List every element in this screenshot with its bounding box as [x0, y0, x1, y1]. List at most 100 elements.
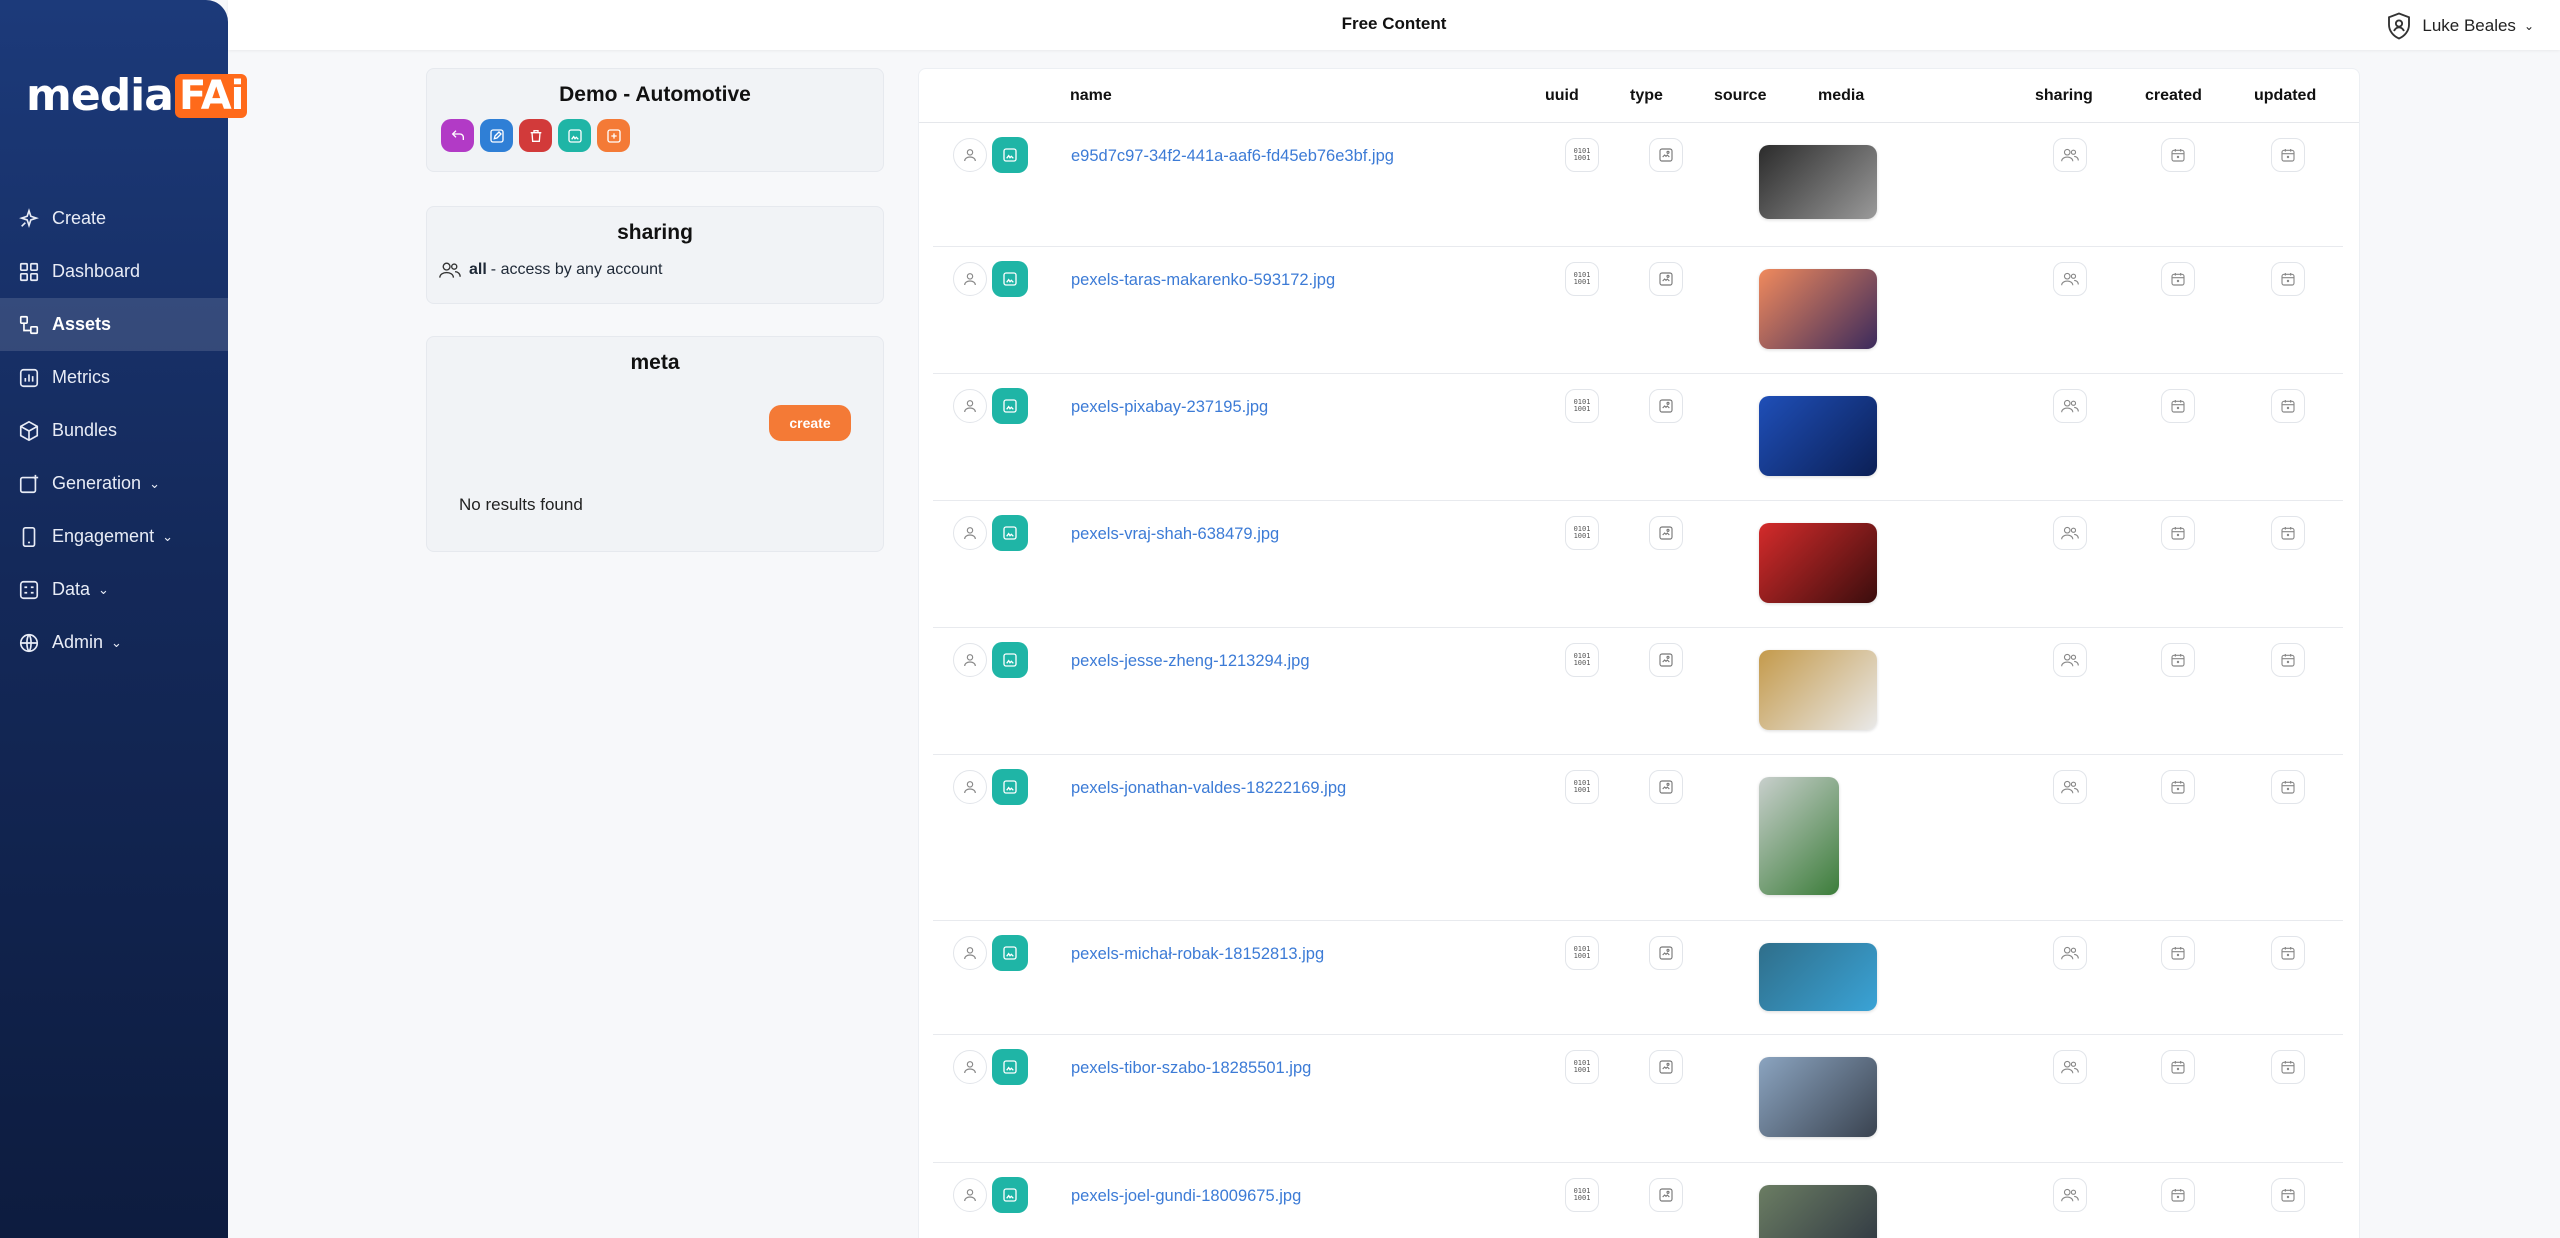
- type-image-icon[interactable]: [1649, 262, 1683, 296]
- created-calendar-icon[interactable]: [2161, 389, 2195, 423]
- sharing-users-icon[interactable]: [2053, 936, 2087, 970]
- media-thumbnail[interactable]: [1759, 1057, 1877, 1137]
- media-thumbnail[interactable]: [1759, 269, 1877, 349]
- asset-button[interactable]: [558, 119, 591, 152]
- asset-name-link[interactable]: pexels-pixabay-237195.jpg: [1071, 398, 1268, 417]
- media-thumbnail[interactable]: [1759, 1185, 1877, 1238]
- type-image-icon[interactable]: [1649, 138, 1683, 172]
- owner-icon[interactable]: [953, 643, 987, 677]
- sidebar-item-generation[interactable]: Generation ⌄: [0, 457, 228, 510]
- updated-calendar-icon[interactable]: [2271, 516, 2305, 550]
- uuid-binary-icon[interactable]: 0101 1001: [1565, 516, 1599, 550]
- asset-name-link[interactable]: pexels-jesse-zheng-1213294.jpg: [1071, 652, 1310, 671]
- create-meta-button[interactable]: create: [769, 405, 851, 441]
- updated-calendar-icon[interactable]: [2271, 936, 2305, 970]
- sharing-users-icon[interactable]: [2053, 643, 2087, 677]
- asset-name-link[interactable]: pexels-taras-makarenko-593172.jpg: [1071, 271, 1335, 290]
- type-image-icon[interactable]: [1649, 516, 1683, 550]
- uuid-binary-icon[interactable]: 0101 1001: [1565, 389, 1599, 423]
- media-thumbnail[interactable]: [1759, 943, 1877, 1011]
- media-thumbnail[interactable]: [1759, 777, 1839, 895]
- type-image-icon[interactable]: [1649, 389, 1683, 423]
- uuid-binary-icon[interactable]: 0101 1001: [1565, 138, 1599, 172]
- owner-icon[interactable]: [953, 770, 987, 804]
- sharing-users-icon[interactable]: [2053, 138, 2087, 172]
- asset-image-icon[interactable]: [992, 137, 1028, 173]
- uuid-binary-icon[interactable]: 0101 1001: [1565, 262, 1599, 296]
- asset-name-link[interactable]: pexels-michał-robak-18152813.jpg: [1071, 945, 1324, 964]
- uuid-binary-icon[interactable]: 0101 1001: [1565, 643, 1599, 677]
- updated-calendar-icon[interactable]: [2271, 643, 2305, 677]
- column-header-source[interactable]: source: [1714, 87, 1766, 105]
- user-menu[interactable]: Luke Beales ⌄: [2384, 11, 2534, 41]
- created-calendar-icon[interactable]: [2161, 1050, 2195, 1084]
- add-button[interactable]: [597, 119, 630, 152]
- asset-image-icon[interactable]: [992, 935, 1028, 971]
- created-calendar-icon[interactable]: [2161, 516, 2195, 550]
- delete-button[interactable]: [519, 119, 552, 152]
- owner-icon[interactable]: [953, 262, 987, 296]
- share-button[interactable]: [441, 119, 474, 152]
- sharing-users-icon[interactable]: [2053, 389, 2087, 423]
- owner-icon[interactable]: [953, 1050, 987, 1084]
- created-calendar-icon[interactable]: [2161, 936, 2195, 970]
- table-row[interactable]: pexels-tibor-szabo-18285501.jpg 0101 1001: [933, 1035, 2343, 1163]
- asset-image-icon[interactable]: [992, 1049, 1028, 1085]
- table-row[interactable]: pexels-jesse-zheng-1213294.jpg 0101 1001: [933, 628, 2343, 755]
- column-header-type[interactable]: type: [1630, 87, 1663, 105]
- sharing-users-icon[interactable]: [2053, 1050, 2087, 1084]
- created-calendar-icon[interactable]: [2161, 138, 2195, 172]
- table-row[interactable]: pexels-jonathan-valdes-18222169.jpg 0101 1…: [933, 755, 2343, 921]
- media-thumbnail[interactable]: [1759, 650, 1877, 730]
- media-thumbnail[interactable]: [1759, 523, 1877, 603]
- type-image-icon[interactable]: [1649, 1178, 1683, 1212]
- sharing-users-icon[interactable]: [2053, 516, 2087, 550]
- created-calendar-icon[interactable]: [2161, 643, 2195, 677]
- type-image-icon[interactable]: [1649, 643, 1683, 677]
- asset-name-link[interactable]: e95d7c97-34f2-441a-aaf6-fd45eb76e3bf.jpg: [1071, 147, 1394, 166]
- created-calendar-icon[interactable]: [2161, 262, 2195, 296]
- owner-icon[interactable]: [953, 1178, 987, 1212]
- type-image-icon[interactable]: [1649, 1050, 1683, 1084]
- sidebar-item-data[interactable]: Data ⌄: [0, 563, 228, 616]
- sharing-users-icon[interactable]: [2053, 1178, 2087, 1212]
- owner-icon[interactable]: [953, 936, 987, 970]
- table-row[interactable]: e95d7c97-34f2-441a-aaf6-fd45eb76e3bf.jpg…: [933, 123, 2343, 247]
- owner-icon[interactable]: [953, 138, 987, 172]
- sidebar-item-admin[interactable]: Admin ⌄: [0, 616, 228, 669]
- type-image-icon[interactable]: [1649, 770, 1683, 804]
- updated-calendar-icon[interactable]: [2271, 389, 2305, 423]
- updated-calendar-icon[interactable]: [2271, 770, 2305, 804]
- sidebar-item-engagement[interactable]: Engagement ⌄: [0, 510, 228, 563]
- asset-image-icon[interactable]: [992, 515, 1028, 551]
- owner-icon[interactable]: [953, 389, 987, 423]
- sidebar-item-dashboard[interactable]: Dashboard: [0, 245, 228, 298]
- asset-name-link[interactable]: pexels-jonathan-valdes-18222169.jpg: [1071, 779, 1346, 798]
- uuid-binary-icon[interactable]: 0101 1001: [1565, 936, 1599, 970]
- table-row[interactable]: pexels-vraj-shah-638479.jpg 0101 1001: [933, 501, 2343, 628]
- sharing-users-icon[interactable]: [2053, 770, 2087, 804]
- uuid-binary-icon[interactable]: 0101 1001: [1565, 1050, 1599, 1084]
- updated-calendar-icon[interactable]: [2271, 262, 2305, 296]
- created-calendar-icon[interactable]: [2161, 770, 2195, 804]
- column-header-uuid[interactable]: uuid: [1545, 87, 1579, 105]
- updated-calendar-icon[interactable]: [2271, 1050, 2305, 1084]
- media-thumbnail[interactable]: [1759, 396, 1877, 476]
- table-row[interactable]: pexels-taras-makarenko-593172.jpg 0101 100…: [933, 247, 2343, 374]
- type-image-icon[interactable]: [1649, 936, 1683, 970]
- created-calendar-icon[interactable]: [2161, 1178, 2195, 1212]
- column-header-created[interactable]: created: [2145, 87, 2202, 105]
- sidebar-item-create[interactable]: Create: [0, 192, 228, 245]
- sharing-users-icon[interactable]: [2053, 262, 2087, 296]
- asset-name-link[interactable]: pexels-vraj-shah-638479.jpg: [1071, 525, 1279, 544]
- logo[interactable]: media FAi: [26, 70, 248, 121]
- sidebar-item-metrics[interactable]: Metrics: [0, 351, 228, 404]
- sidebar-item-assets[interactable]: Assets: [0, 298, 228, 351]
- table-row[interactable]: pexels-pixabay-237195.jpg 0101 1001: [933, 374, 2343, 501]
- table-row[interactable]: pexels-joel-gundi-18009675.jpg 0101 1001: [933, 1163, 2343, 1238]
- asset-image-icon[interactable]: [992, 769, 1028, 805]
- updated-calendar-icon[interactable]: [2271, 1178, 2305, 1212]
- column-header-name[interactable]: name: [1070, 87, 1112, 105]
- asset-name-link[interactable]: pexels-tibor-szabo-18285501.jpg: [1071, 1059, 1311, 1078]
- asset-name-link[interactable]: pexels-joel-gundi-18009675.jpg: [1071, 1187, 1301, 1206]
